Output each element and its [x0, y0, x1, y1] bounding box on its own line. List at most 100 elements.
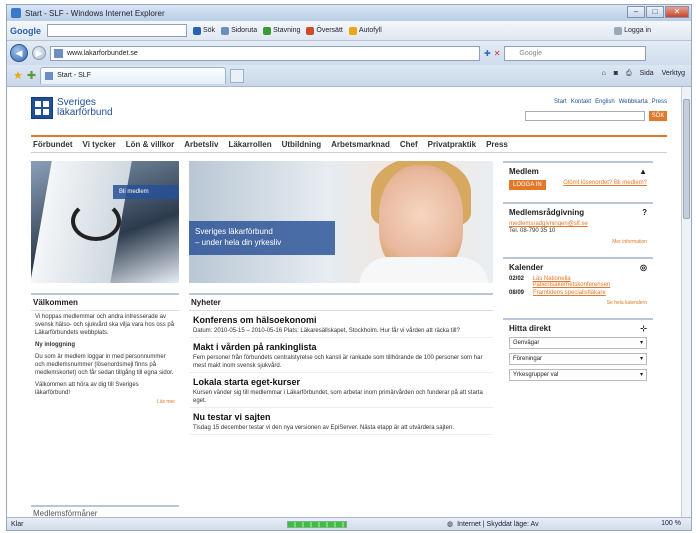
loading-progress-bar	[287, 521, 347, 528]
welcome-text-3: Välkommen att höra av dig till Sveriges …	[35, 382, 139, 396]
welcome-box: Välkommen Vi hoppas medlemmar och andra …	[31, 293, 179, 405]
sidebar-icon	[221, 26, 230, 35]
toolbar-autofill-button[interactable]: Autofyll	[348, 26, 382, 35]
nav-lakarrollen[interactable]: Läkarrollen	[228, 140, 271, 149]
banner-bli-medlem[interactable]: Bli medlem	[31, 161, 179, 283]
kalender-title: Kalender	[509, 263, 544, 272]
hero-banner: Sveriges läkarförbund – under hela din y…	[189, 161, 493, 283]
nav-arbetsliv[interactable]: Arbetsliv	[184, 140, 218, 149]
news-item[interactable]: Konferens om hälsoekonomi Datum: 2010-05-…	[189, 311, 493, 338]
google-search-input[interactable]	[47, 24, 187, 37]
sitemap-icon: ⊹	[640, 324, 647, 333]
news-item[interactable]: Lokala starta eget-kurser Kursen vänder s…	[189, 373, 493, 408]
nav-vi-tycker[interactable]: Vi tycker	[83, 140, 116, 149]
spellcheck-icon	[263, 26, 272, 35]
nav-forbundet[interactable]: Förbundet	[33, 140, 73, 149]
toolbar-search-button[interactable]: Sök	[193, 26, 215, 35]
tab-start-slf[interactable]: Start - SLF	[40, 67, 227, 84]
google-toolbar: Google Sök Sidoruta Stavning Översätt Au…	[7, 21, 691, 41]
nav-lon-villkor[interactable]: Lön & villkor	[126, 140, 174, 149]
toolbar-sidebar-button[interactable]: Sidoruta	[221, 26, 257, 35]
site-logo[interactable]: Sveriges läkarförbund	[31, 97, 113, 119]
new-tab-button[interactable]	[230, 68, 245, 83]
browser-search-input[interactable]: Google	[504, 45, 647, 61]
tab-favicon-icon	[45, 72, 54, 80]
toplink-kontakt[interactable]: Kontakt	[571, 99, 591, 105]
zoom-level[interactable]: 100 %	[661, 520, 681, 527]
login-button[interactable]: LOGGA IN	[509, 180, 546, 190]
slf-logo-icon	[31, 97, 53, 119]
add-favorite-icon[interactable]: ✚	[27, 69, 36, 82]
question-icon: ?	[642, 208, 647, 217]
autofill-icon	[348, 26, 357, 35]
welcome-title: Välkommen	[31, 295, 179, 311]
welcome-more-link[interactable]: Läs mer	[31, 399, 179, 405]
news-item[interactable]: Makt i vården på rankinglista Fem persone…	[189, 338, 493, 373]
stop-icon[interactable]: ✕	[494, 49, 501, 58]
page-viewport: Sveriges läkarförbund Start Kontakt Engl…	[7, 87, 681, 517]
scrollbar-thumb[interactable]	[683, 99, 690, 219]
globe-icon: ◍	[447, 521, 454, 528]
minimize-button[interactable]: –	[627, 6, 645, 18]
address-actions: ✚ ✕	[484, 49, 500, 58]
nav-utbildning[interactable]: Utbildning	[282, 140, 322, 149]
print-icon[interactable]: ⎙	[626, 70, 632, 78]
toolbar-translate-button[interactable]: Översätt	[306, 26, 343, 35]
nav-arbetsmarknad[interactable]: Arbetsmarknad	[331, 140, 390, 149]
vertical-scrollbar[interactable]	[681, 87, 691, 517]
page-menu[interactable]: Sida	[640, 70, 654, 78]
radgivning-more-link[interactable]: Mer information	[509, 239, 647, 245]
hitta-title: Hitta direkt	[509, 324, 551, 333]
radgivning-phone: Tel. 08-790 35 10	[509, 228, 556, 234]
stethoscope-image	[71, 201, 121, 241]
command-bar: ⌂ ◙ ⎙ Sida Verktyg	[602, 70, 685, 78]
tab-row: ★ ✚ Start - SLF ⌂ ◙ ⎙ Sida Verktyg	[7, 65, 691, 87]
site-search-input[interactable]	[525, 111, 645, 121]
shortcut-select[interactable]: Genvägar ▾	[509, 337, 647, 349]
ie-icon	[11, 8, 21, 18]
google-logo: Google	[10, 25, 41, 36]
tools-menu[interactable]: Verktyg	[662, 70, 685, 78]
toplink-start[interactable]: Start	[554, 99, 567, 105]
membership-benefits-box: Medlemsförmåner	[31, 505, 179, 517]
toplink-english[interactable]: English	[595, 99, 615, 105]
forward-button[interactable]: ▶	[32, 46, 46, 60]
calendar-event: 02/02 Läs Nationella Patientsäkerhetskonf…	[509, 276, 611, 288]
signin-button[interactable]: Logga in	[614, 26, 651, 35]
close-button[interactable]: ✕	[665, 6, 689, 18]
forgot-password-link[interactable]: Glömt lösenordet? Bli medlem?	[563, 180, 647, 186]
toplink-press[interactable]: Press	[652, 99, 667, 105]
address-bar-row: ◀ ▶ www.lakarforbundet.se ✚ ✕ Google	[7, 41, 691, 65]
maximize-button[interactable]: □	[646, 6, 664, 18]
search-icon	[193, 26, 201, 35]
nav-press[interactable]: Press	[486, 140, 508, 149]
nav-privatpraktik[interactable]: Privatpraktik	[428, 140, 476, 149]
right-sidebar: Medlem ▲ LOGGA IN Glömt lösenordet? Bli m…	[503, 161, 653, 397]
hitta-box: Hitta direkt ⊹ Genvägar ▾ Föreningar ▾ Yrke…	[503, 318, 653, 389]
top-links: Start Kontakt English Webbkarta Press	[554, 99, 667, 105]
url-input[interactable]: www.lakarforbundet.se	[50, 45, 480, 61]
nav-chef[interactable]: Chef	[400, 140, 418, 149]
welcome-text-1: Vi hoppas medlemmar och andra intressera…	[35, 314, 175, 336]
browser-window: Start - SLF - Windows Internet Explorer …	[6, 4, 692, 531]
home-icon[interactable]: ⌂	[602, 70, 606, 78]
welcome-subtitle: Ny inloggning	[35, 342, 75, 348]
profession-select[interactable]: Yrkesgrupper val ▾	[509, 369, 647, 381]
radgivning-title: Medlemsrådgivning	[509, 208, 585, 217]
toolbar-spelling-button[interactable]: Stavning	[263, 26, 300, 35]
refresh-icon[interactable]: ✚	[484, 49, 491, 58]
kalender-more-link[interactable]: Se hela kalendern	[509, 300, 647, 306]
kalender-box: Kalender ◎ 02/02 Läs Nationella Patientsäk…	[503, 257, 653, 310]
back-button[interactable]: ◀	[10, 44, 28, 62]
news-item[interactable]: Nu testar vi sajten Tisdag 15 december te…	[189, 408, 493, 435]
favicon-icon	[54, 48, 63, 58]
toplink-webbkarta[interactable]: Webbkarta	[619, 99, 648, 105]
window-title: Start - SLF - Windows Internet Explorer	[25, 8, 165, 18]
feeds-icon[interactable]: ◙	[614, 70, 618, 78]
favorites-star-icon[interactable]: ★	[13, 69, 23, 82]
chevron-down-icon: ▾	[639, 340, 643, 346]
window-controls: – □ ✕	[627, 6, 689, 18]
site-search-button[interactable]: SÖK	[649, 111, 667, 121]
title-bar: Start - SLF - Windows Internet Explorer …	[7, 5, 691, 21]
association-select[interactable]: Föreningar ▾	[509, 353, 647, 365]
